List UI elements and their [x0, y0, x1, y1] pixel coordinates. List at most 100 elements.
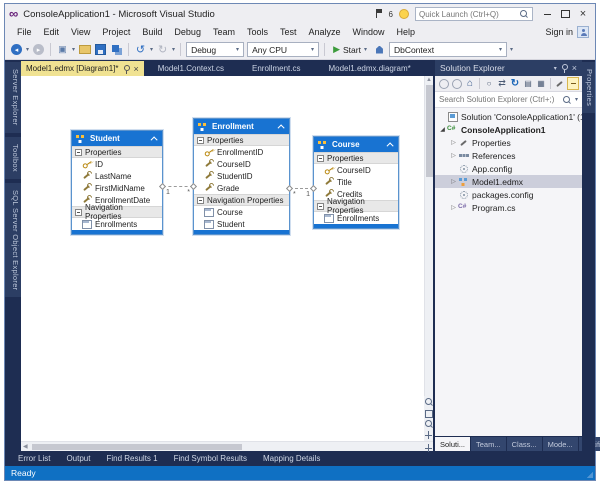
- tree-expand-icon[interactable]: [449, 139, 458, 146]
- minimize-button[interactable]: [539, 7, 555, 21]
- panel-tab[interactable]: Soluti...: [435, 437, 470, 451]
- vertical-scroll-thumb[interactable]: [426, 85, 433, 177]
- tree-item[interactable]: ConsoleApplication1: [435, 123, 582, 136]
- bottom-panel-tab[interactable]: Error List: [11, 452, 57, 465]
- tree-item[interactable]: Solution 'ConsoleApplication1' (1 projec…: [435, 110, 582, 123]
- undo-button[interactable]: [134, 43, 147, 56]
- toolbar-overflow-icon[interactable]: ▾: [510, 46, 513, 53]
- solution-explorer-tool-icon[interactable]: [522, 77, 534, 90]
- menu-item[interactable]: Team: [207, 27, 241, 37]
- search-options-icon[interactable]: ▾: [575, 96, 578, 103]
- scroll-up-icon[interactable]: ▲: [425, 77, 433, 83]
- solution-explorer-tool-icon[interactable]: [483, 77, 495, 90]
- window-position-icon[interactable]: ▾: [554, 65, 557, 72]
- tree-expand-icon[interactable]: [438, 126, 447, 133]
- solution-explorer-tool-icon[interactable]: [509, 77, 521, 90]
- side-tab[interactable]: Toolbox: [5, 137, 21, 179]
- solution-explorer-title-bar[interactable]: Solution Explorer ▾: [435, 60, 582, 76]
- tree-item[interactable]: packages.config: [435, 188, 582, 201]
- redo-button[interactable]: [156, 43, 169, 56]
- object-context-combo[interactable]: DbContext▾: [389, 42, 507, 57]
- feedback-smiley-icon[interactable]: [399, 9, 409, 19]
- zoom-out-button[interactable]: [424, 419, 433, 429]
- property-row[interactable]: Title: [314, 176, 398, 188]
- solution-explorer-tool-icon[interactable]: [479, 78, 480, 89]
- horizontal-scroll-thumb[interactable]: [32, 444, 242, 450]
- solution-explorer-tool-icon[interactable]: [554, 77, 566, 90]
- edmx-diagram-canvas[interactable]: Student Properties IDLastNameFirstMidNam…: [21, 76, 424, 441]
- property-row[interactable]: StudentID: [194, 170, 289, 182]
- entity-course[interactable]: Course Properties CourseIDTitleCredits: [313, 136, 399, 229]
- pin-icon[interactable]: [123, 64, 130, 74]
- editor-vertical-scrollbar[interactable]: ▲: [424, 76, 433, 441]
- solution-configuration-combo[interactable]: Debug▾: [186, 42, 244, 57]
- bottom-panel-tab[interactable]: Find Results 1: [99, 452, 164, 465]
- tree-expand-icon[interactable]: [449, 204, 458, 211]
- tree-item[interactable]: References: [435, 149, 582, 162]
- solution-explorer-tool-icon[interactable]: [550, 78, 551, 89]
- close-button[interactable]: [575, 7, 591, 21]
- new-project-dropdown-icon[interactable]: ▾: [72, 46, 75, 53]
- user-avatar-icon[interactable]: [577, 26, 589, 38]
- collapse-chevron-icon[interactable]: [151, 136, 158, 143]
- start-debug-button[interactable]: ▶Start▾: [330, 44, 370, 55]
- property-row[interactable]: ID: [72, 158, 162, 170]
- close-icon[interactable]: [572, 63, 577, 73]
- tree-item[interactable]: Model1.edmx: [435, 175, 582, 188]
- solution-platform-combo[interactable]: Any CPU▾: [247, 42, 319, 57]
- menu-item[interactable]: Window: [347, 27, 391, 37]
- menu-item[interactable]: Debug: [168, 27, 207, 37]
- scroll-left-icon[interactable]: ◀: [21, 443, 30, 450]
- expander-icon[interactable]: [317, 155, 324, 162]
- tree-item[interactable]: Properties: [435, 136, 582, 149]
- panel-tab[interactable]: Team...: [471, 437, 506, 451]
- association-enrollment-course[interactable]: * 1: [290, 188, 313, 189]
- section-header[interactable]: Navigation Properties: [194, 194, 289, 206]
- zoom-in-button[interactable]: [424, 397, 433, 407]
- solution-explorer-tool-icon[interactable]: [451, 77, 463, 90]
- property-row[interactable]: FirstMidName: [72, 182, 162, 194]
- panel-tab[interactable]: Mode...: [543, 437, 578, 451]
- solution-search-input[interactable]: [439, 95, 559, 104]
- save-all-button[interactable]: [110, 43, 123, 56]
- collapse-chevron-icon[interactable]: [278, 124, 285, 131]
- open-file-button[interactable]: [78, 43, 91, 56]
- undo-dropdown-icon[interactable]: ▾: [150, 46, 153, 53]
- tree-expand-icon[interactable]: [449, 178, 458, 185]
- solution-explorer-tool-icon[interactable]: [535, 77, 547, 90]
- side-tab[interactable]: Properties: [582, 62, 595, 113]
- menu-item[interactable]: Edit: [38, 27, 66, 37]
- zoom-fit-button[interactable]: [424, 408, 433, 418]
- menu-item[interactable]: Analyze: [303, 27, 347, 37]
- editor-horizontal-scrollbar[interactable]: ◀: [21, 441, 433, 451]
- property-row[interactable]: EnrollmentID: [194, 146, 289, 158]
- navigate-forward-button[interactable]: ▸: [32, 43, 45, 56]
- navigate-back-dropdown-icon[interactable]: ▾: [26, 46, 29, 53]
- property-row[interactable]: CourseID: [314, 164, 398, 176]
- expander-icon[interactable]: [75, 209, 82, 216]
- resize-grip[interactable]: [587, 472, 593, 478]
- menu-item[interactable]: View: [65, 27, 96, 37]
- section-header[interactable]: Navigation Properties: [314, 200, 398, 212]
- collapse-chevron-icon[interactable]: [387, 142, 394, 149]
- document-tab[interactable]: Model1.edmx [Diagram1]*: [21, 61, 144, 76]
- property-row[interactable]: CourseID: [194, 158, 289, 170]
- entity-student[interactable]: Student Properties IDLastNameFirstMidNam…: [71, 130, 163, 235]
- auto-hide-pin-icon[interactable]: [561, 63, 568, 73]
- menu-item[interactable]: Project: [96, 27, 136, 37]
- expander-icon[interactable]: [317, 203, 324, 210]
- quick-launch-input[interactable]: [419, 10, 517, 19]
- menu-item[interactable]: Build: [136, 27, 168, 37]
- entity-header[interactable]: Course: [314, 137, 398, 152]
- document-tab[interactable]: Model1.edmx.diagram*: [314, 61, 424, 76]
- solution-explorer-tool-icon[interactable]: [438, 77, 450, 90]
- section-header[interactable]: Navigation Properties: [72, 206, 162, 218]
- section-header[interactable]: Properties: [314, 152, 398, 164]
- panel-tab[interactable]: Class...: [507, 437, 542, 451]
- menu-item[interactable]: Test: [274, 27, 303, 37]
- expander-icon[interactable]: [197, 197, 204, 204]
- pan-button[interactable]: [424, 430, 433, 440]
- sign-in-link[interactable]: Sign in: [545, 27, 573, 37]
- tree-item[interactable]: App.config: [435, 162, 582, 175]
- side-tab[interactable]: Server Explorer: [5, 62, 21, 133]
